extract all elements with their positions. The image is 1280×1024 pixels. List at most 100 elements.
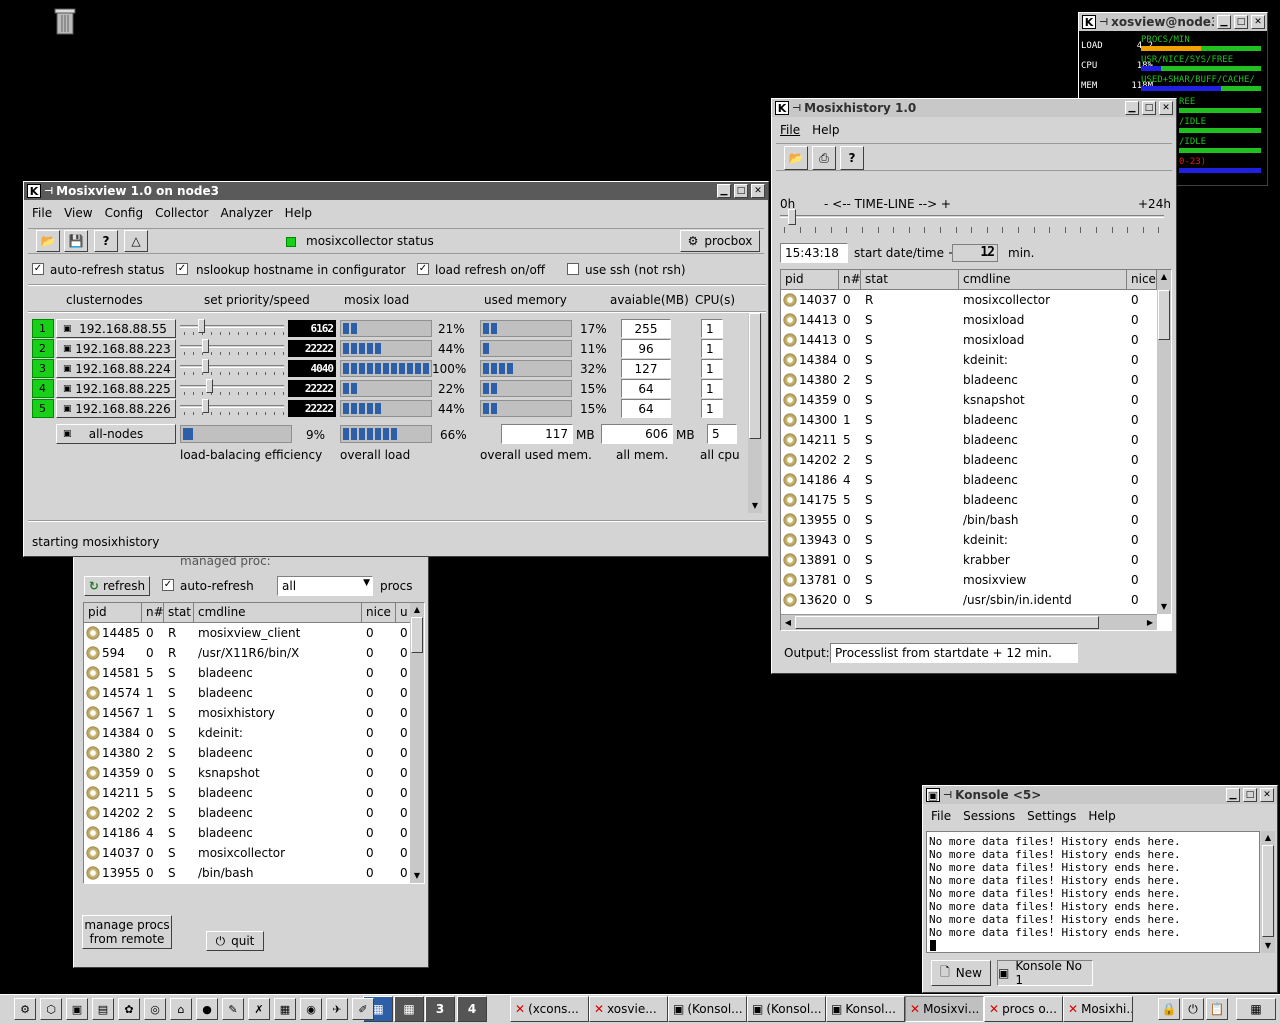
- node-button[interactable]: ▣ 192.168.88.225: [56, 379, 176, 398]
- list-row[interactable]: 13781 0 Smosixview 0: [781, 570, 1157, 590]
- column-header-stat[interactable]: stat: [861, 270, 959, 290]
- vertical-scrollbar[interactable]: ▼: [748, 313, 762, 513]
- minimize-icon[interactable]: ▁: [1217, 15, 1231, 29]
- terminal[interactable]: No more data files! History ends here. No…: [926, 831, 1260, 953]
- spreadsheet-icon[interactable]: ▦: [274, 998, 296, 1020]
- help-icon[interactable]: ◎: [144, 998, 166, 1020]
- timeline-handle[interactable]: [788, 209, 796, 225]
- node-id-badge[interactable]: 5: [32, 399, 54, 418]
- browser-icon[interactable]: ●: [196, 998, 218, 1020]
- minimize-icon[interactable]: ▁: [717, 184, 731, 198]
- menu-collector[interactable]: Collector: [153, 206, 210, 220]
- all-nodes-button[interactable]: ▣ all-nodes: [56, 424, 176, 444]
- node-button[interactable]: ▣ 192.168.88.224: [56, 359, 176, 378]
- node-id-badge[interactable]: 3: [32, 359, 54, 378]
- menu-settings[interactable]: Settings: [1025, 809, 1078, 823]
- node-id-badge[interactable]: 2: [32, 339, 54, 358]
- menu-config[interactable]: Config: [103, 206, 146, 220]
- menu-help[interactable]: Help: [810, 123, 841, 137]
- column-header-pid[interactable]: pid: [84, 603, 142, 623]
- settings-icon[interactable]: ✗: [248, 998, 270, 1020]
- list-row[interactable]: 594 0 R/usr/X11R6/bin/X 0 0: [84, 643, 412, 663]
- taskbar-task[interactable]: ✕ Mosixvi...: [905, 996, 984, 1022]
- list-row[interactable]: 13891 0 Skrabber 0: [781, 550, 1157, 570]
- list-row[interactable]: 14202 2 Sbladeenc 0: [781, 450, 1157, 470]
- pencil-icon[interactable]: ✐: [352, 998, 374, 1020]
- slider-handle[interactable]: [202, 359, 209, 373]
- maximize-icon[interactable]: □: [1234, 15, 1248, 29]
- close-icon[interactable]: ✕: [751, 184, 765, 198]
- list-row[interactable]: 14186 4 Sbladeenc 0: [781, 470, 1157, 490]
- procbox-button[interactable]: ⚙ procbox: [680, 230, 760, 252]
- network-icon[interactable]: ◉: [300, 998, 322, 1020]
- close-icon[interactable]: ✕: [1159, 101, 1173, 115]
- close-icon[interactable]: ✕: [1251, 15, 1265, 29]
- use-ssh-checkbox[interactable]: [567, 263, 579, 275]
- list-row[interactable]: 14413 0 Smosixload 0: [781, 310, 1157, 330]
- menu-view[interactable]: View: [62, 206, 94, 220]
- list-row[interactable]: 14574 1 Sbladeenc 0 0: [84, 683, 412, 703]
- node-id-badge[interactable]: 4: [32, 379, 54, 398]
- maximize-icon[interactable]: □: [1142, 101, 1156, 115]
- lock-icon[interactable]: 🔒: [1158, 998, 1180, 1020]
- list-row[interactable]: 14037 0 Rmosixcollector 0: [781, 290, 1157, 310]
- list-row[interactable]: 14211 5 Sbladeenc 0: [781, 430, 1157, 450]
- open-icon[interactable]: 📂: [784, 146, 808, 170]
- nslookup-checkbox[interactable]: ✓: [176, 263, 188, 275]
- tray-icon[interactable]: ▦: [1236, 998, 1276, 1020]
- column-header-stat[interactable]: stat: [164, 603, 194, 623]
- list-row[interactable]: 14202 2 Sbladeenc 0 0: [84, 803, 412, 823]
- desktop-pager-2[interactable]: ▦: [394, 996, 424, 1022]
- vertical-scrollbar[interactable]: ▲ ▼: [410, 603, 424, 883]
- list-row[interactable]: 14211 5 Sbladeenc 0 0: [84, 783, 412, 803]
- taskbar-task[interactable]: ✕ procs o...: [984, 996, 1063, 1022]
- priority-slider[interactable]: [180, 319, 284, 338]
- node-button[interactable]: ▣ 192.168.88.223: [56, 339, 176, 358]
- list-row[interactable]: 14384 0 Skdeinit: 0: [781, 350, 1157, 370]
- minimize-icon[interactable]: ▁: [1125, 101, 1139, 115]
- list-row[interactable]: 14581 5 Sbladeenc 0 0: [84, 663, 412, 683]
- taskbar-task[interactable]: ✕ xosvie...: [589, 996, 668, 1022]
- desktop-pager-4[interactable]: 4: [457, 996, 487, 1022]
- menu-file[interactable]: File: [30, 206, 54, 220]
- manage-procs-remote-button[interactable]: manage procs from remote: [82, 915, 172, 949]
- quit-button[interactable]: ⏻ quit: [206, 931, 264, 951]
- column-header-nice[interactable]: nice: [362, 603, 396, 623]
- list-row[interactable]: 14485 0 Rmosixview_client 0 0: [84, 623, 412, 643]
- list-row[interactable]: 14300 1 Sbladeenc 0: [781, 410, 1157, 430]
- list-row[interactable]: 13955 0 S/bin/bash 0 0: [84, 863, 412, 883]
- column-header-cmdline[interactable]: cmdline: [194, 603, 362, 623]
- refresh-button[interactable]: ↻ refresh: [84, 576, 150, 596]
- maximize-icon[interactable]: □: [734, 184, 748, 198]
- priority-slider[interactable]: [180, 339, 284, 358]
- tools-icon[interactable]: ✎: [222, 998, 244, 1020]
- slider-handle[interactable]: [206, 379, 213, 393]
- horizontal-scrollbar[interactable]: ◀ ▶: [781, 614, 1157, 630]
- list-row[interactable]: 14186 4 Sbladeenc 0 0: [84, 823, 412, 843]
- filter-select[interactable]: all ▼: [277, 576, 373, 596]
- timeline-slider[interactable]: [780, 209, 1164, 237]
- open-icon[interactable]: 📂: [36, 230, 60, 252]
- priority-slider[interactable]: [180, 359, 284, 378]
- menu-help[interactable]: Help: [283, 206, 314, 220]
- list-row[interactable]: 14175 5 Sbladeenc 0: [781, 490, 1157, 510]
- menu-sessions[interactable]: Sessions: [961, 809, 1017, 823]
- auto-refresh-checkbox[interactable]: ✓: [162, 579, 174, 591]
- terminal-icon[interactable]: ▣: [66, 998, 88, 1020]
- xosview-titlebar[interactable]: K ⊣ xosview@node3 ▁ □ ✕: [1079, 13, 1267, 31]
- taskbar-task[interactable]: ✕ (xcons...: [510, 996, 589, 1022]
- konsole-titlebar[interactable]: ▣ ⊣ Konsole <5> ▁ □ ✕: [923, 786, 1277, 804]
- taskbar-task[interactable]: ▣ Konsol...: [826, 996, 905, 1022]
- slider-handle[interactable]: [202, 399, 209, 413]
- menu-file[interactable]: File: [778, 123, 802, 137]
- time-field[interactable]: 15:43:18: [780, 243, 848, 263]
- column-header-nice[interactable]: nice: [1127, 270, 1157, 290]
- help-icon[interactable]: ?: [94, 230, 118, 252]
- list-row[interactable]: 13620 0 S/usr/sbin/in.identd 0: [781, 590, 1157, 610]
- list-row[interactable]: 14384 0 Skdeinit: 0 0: [84, 723, 412, 743]
- list-row[interactable]: 13955 0 S/bin/bash 0: [781, 510, 1157, 530]
- priority-slider[interactable]: [180, 399, 284, 418]
- vertical-scrollbar[interactable]: ▲ ▼: [1261, 831, 1275, 953]
- menu-analyzer[interactable]: Analyzer: [218, 206, 274, 220]
- logout-icon[interactable]: ⏻: [1182, 998, 1204, 1020]
